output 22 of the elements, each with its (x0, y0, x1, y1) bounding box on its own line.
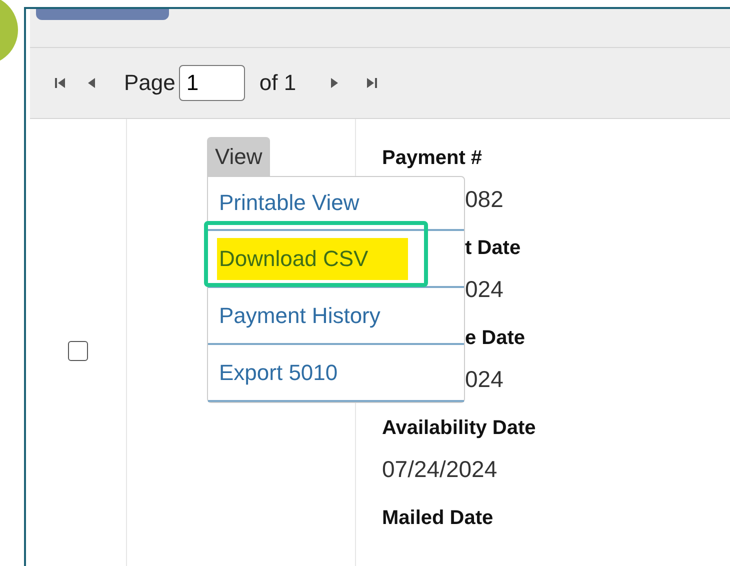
row-checkbox[interactable] (68, 341, 88, 361)
field-label: Payment # (382, 147, 482, 171)
menu-item[interactable]: Download CSV (217, 238, 408, 280)
field-label: e Date (465, 327, 526, 351)
menu-item[interactable]: Payment History (217, 298, 382, 332)
last-page-icon[interactable] (366, 76, 378, 90)
page-input[interactable]: 1 (179, 65, 246, 101)
field-value: 082 (465, 186, 504, 214)
field-label: t Date (465, 237, 521, 261)
page-count: of 1 (259, 70, 296, 96)
field-value: 024 (465, 276, 504, 304)
page-label: Page (124, 70, 176, 96)
previous-page-icon[interactable] (86, 76, 96, 90)
field-label: Availability Date (382, 417, 536, 441)
view-button[interactable]: View (207, 137, 270, 176)
first-page-icon[interactable] (54, 76, 66, 90)
menu-item[interactable]: Export 5010 (217, 356, 340, 390)
menu-item[interactable]: Printable View (217, 186, 362, 220)
field-value: 07/24/2024 (382, 456, 498, 484)
next-page-icon[interactable] (330, 76, 340, 90)
field-label: Mailed Date (382, 507, 494, 531)
field-value: 024 (465, 366, 504, 394)
